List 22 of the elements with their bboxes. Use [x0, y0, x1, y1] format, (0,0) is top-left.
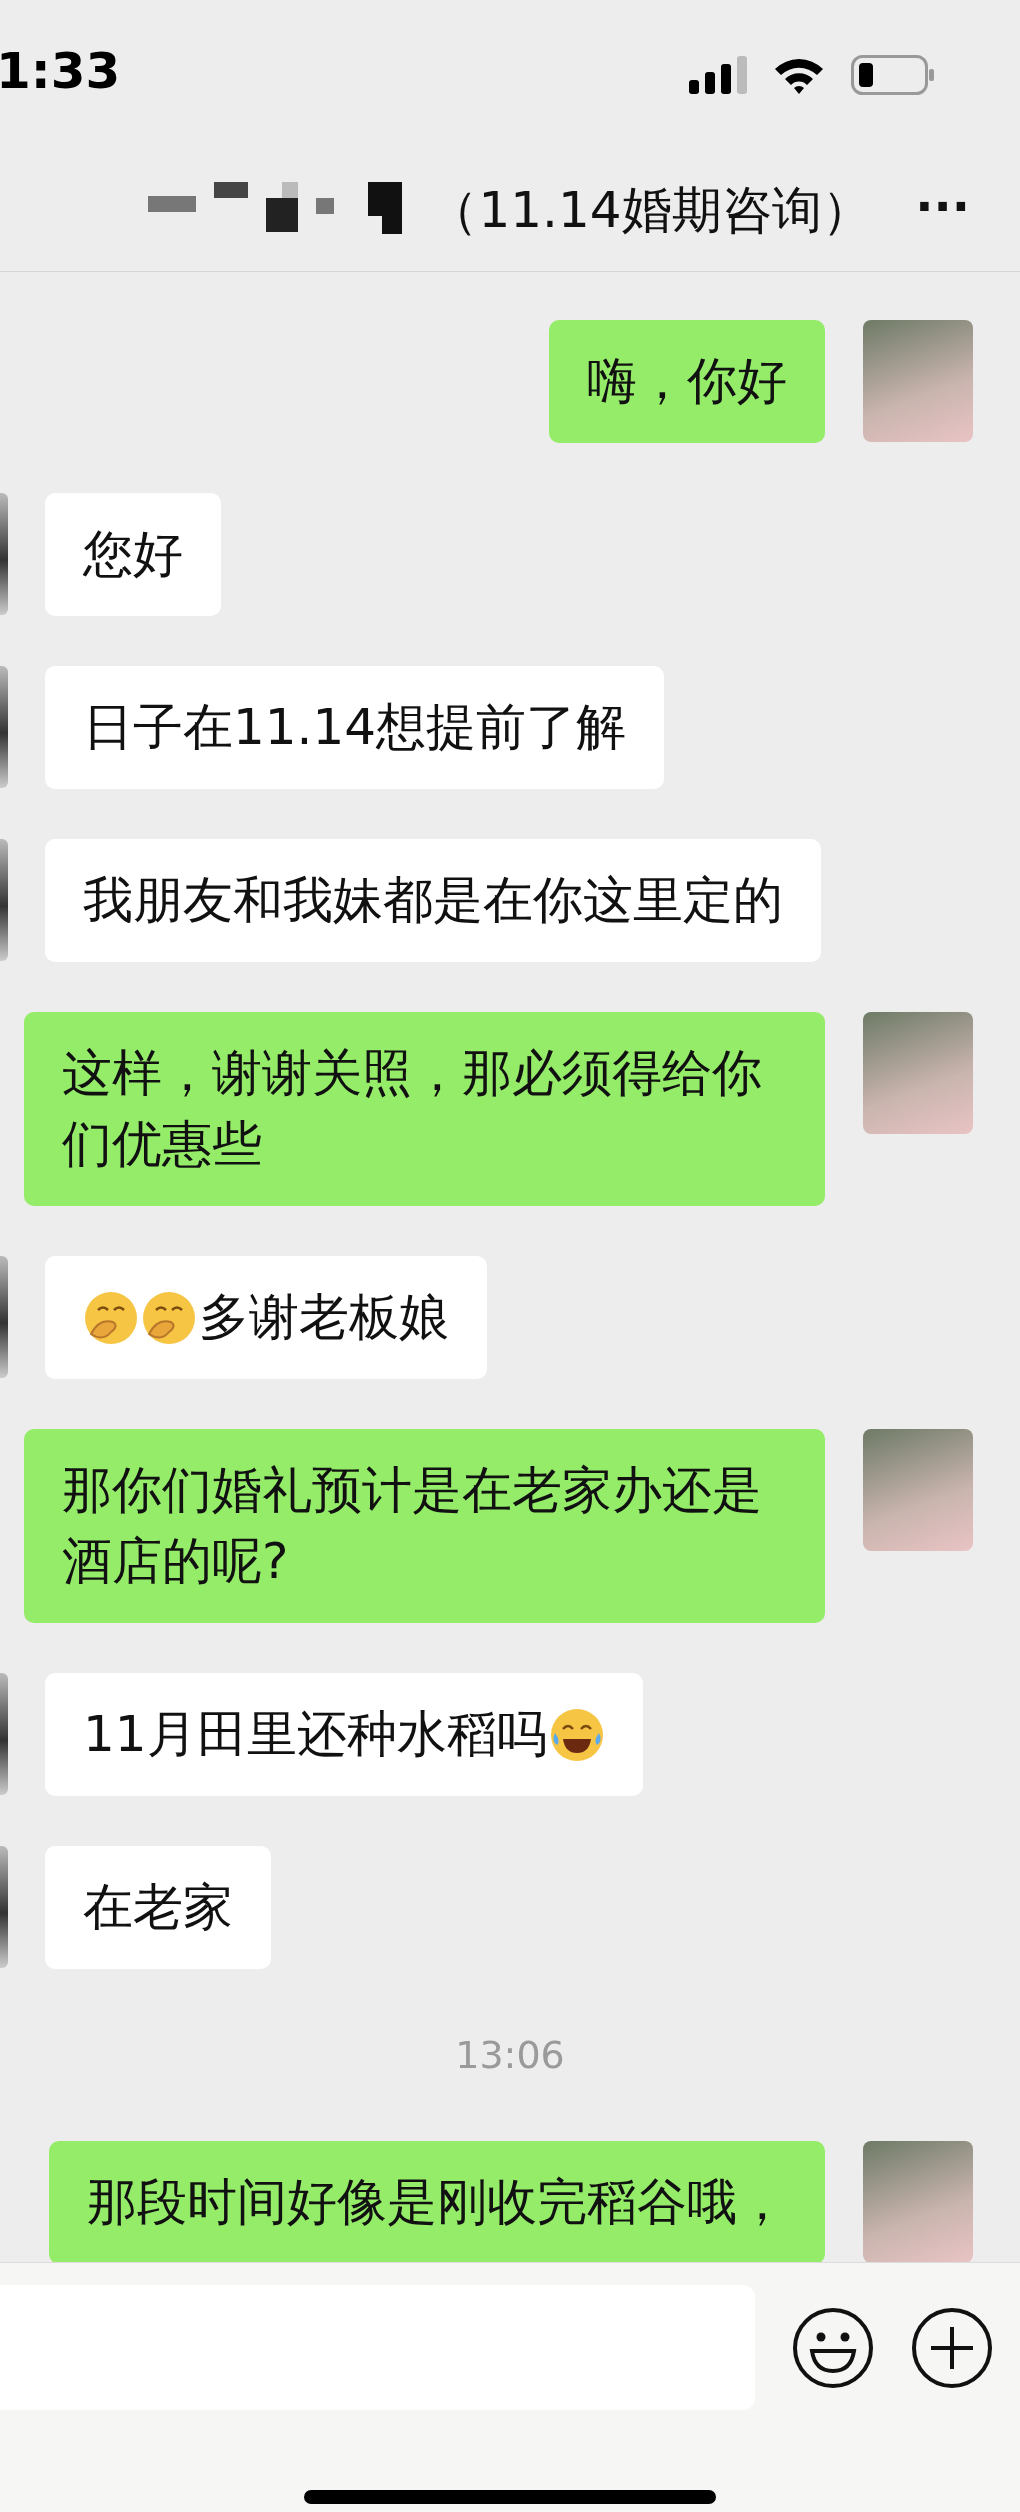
- outgoing-message-bubble: 这样，谢谢关照，那必须得给你们优惠些: [24, 1012, 825, 1206]
- shy-face-emoji-icon: [83, 1289, 139, 1346]
- add-icon[interactable]: [911, 2306, 993, 2389]
- chat-title: （11.14婚期咨询）: [428, 180, 872, 241]
- incoming-message-bubble: 您好: [45, 493, 221, 616]
- outgoing-message-bubble: 那你们婚礼预计是在老家办还是酒店的呢?: [24, 1429, 825, 1623]
- message-timestamp: 13:06: [455, 2033, 565, 2077]
- incoming-message-bubble: 11月田里还种水稻吗: [45, 1673, 643, 1796]
- outgoing-message-bubble: 那段时间好像是刚收完稻谷哦，: [49, 2141, 825, 2262]
- shy-face-emoji-icon: [141, 1289, 197, 1346]
- incoming-message-bubble: 我朋友和我妹都是在你这里定的: [45, 839, 821, 962]
- incoming-message-bubble: 多谢老板娘: [45, 1256, 487, 1379]
- wifi-icon: [773, 56, 825, 94]
- battery-icon: [851, 55, 935, 95]
- signal-icon: [689, 56, 747, 94]
- incoming-message-bubble: 日子在11.14想提前了解: [45, 666, 665, 789]
- emoji-icon[interactable]: [792, 2306, 874, 2389]
- incoming-message-bubble: 在老家: [45, 1846, 271, 1969]
- status-time: 1:33: [0, 42, 121, 102]
- more-menu-button[interactable]: ···: [915, 178, 970, 234]
- outgoing-message-bubble: 嗨，你好: [549, 320, 825, 443]
- laughing-tears-emoji-icon: [548, 1706, 605, 1763]
